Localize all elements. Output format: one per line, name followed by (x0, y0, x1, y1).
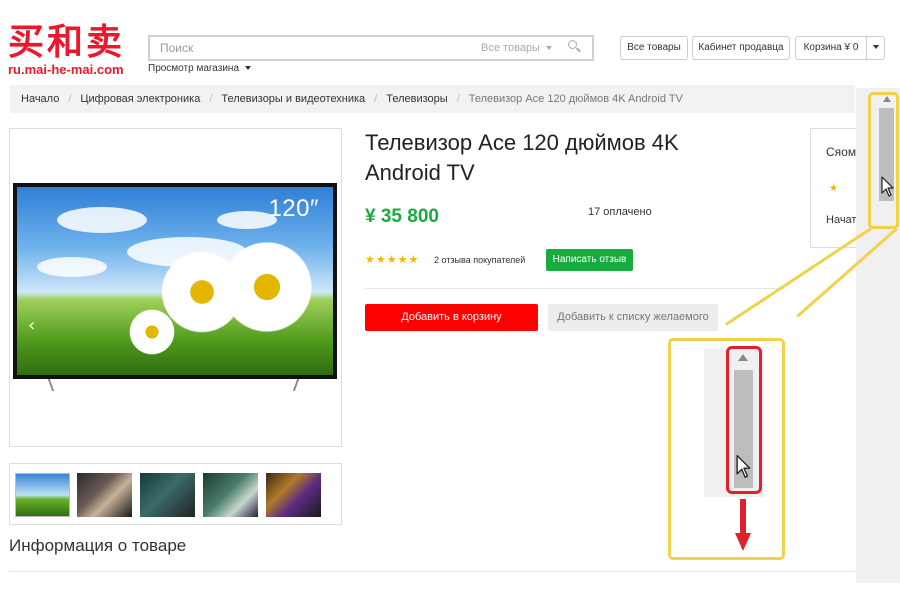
thumbnail[interactable] (203, 473, 258, 517)
site-logo[interactable]: 买和卖 ru.mai-he-mai.com (8, 22, 140, 77)
paid-count: 17 оплачено (588, 206, 652, 218)
highlight-box-scrollbar (868, 92, 899, 229)
view-store-label: Просмотр магазина (148, 63, 240, 74)
add-to-wishlist-button[interactable]: Добавить к списку желаемого (548, 304, 718, 331)
arrow-down-icon (735, 499, 751, 551)
logo-chinese-text: 买和卖 (8, 21, 126, 63)
breadcrumb: Начало / Цифровая электроника / Телевизоры и… (10, 85, 855, 113)
seller-side-panel: Сяом ★ Начат (810, 128, 860, 248)
cart-dropdown-button[interactable] (866, 36, 885, 60)
product-price: ¥ 35 800 (365, 206, 439, 227)
view-store-dropdown[interactable]: Просмотр магазина (148, 63, 251, 74)
chevron-left-icon[interactable]: ‹ (28, 315, 35, 336)
tv-image: 120″ (13, 183, 337, 379)
seller-start-label: Начат (826, 214, 857, 226)
thumbnail[interactable] (266, 473, 321, 517)
page: 买和卖 ru.mai-he-mai.com Все товары Просмот… (0, 0, 900, 600)
search-icon[interactable] (568, 40, 582, 54)
breadcrumb-item-electronics[interactable]: Цифровая электроника (80, 93, 200, 105)
search-input[interactable] (160, 41, 460, 55)
callout-connector (725, 227, 872, 326)
rating-stars: ★★★★★ (365, 253, 420, 266)
seller-cabinet-button[interactable]: Кабинет продавца (692, 36, 790, 60)
search-box: Все товары (148, 35, 594, 61)
tv-size-badge: 120″ (268, 195, 319, 222)
thumbnail[interactable] (77, 473, 132, 517)
add-to-cart-button[interactable]: Добавить в корзину (365, 304, 538, 331)
breadcrumb-item-tv-video[interactable]: Телевизоры и видеотехника (221, 93, 365, 105)
seller-name[interactable]: Сяом (826, 145, 856, 159)
thumbnail-strip (9, 463, 342, 525)
product-info-heading: Информация о товаре (9, 536, 187, 555)
thumbnail[interactable] (140, 473, 195, 517)
reviews-count-link[interactable]: 2 отзыва покупателей (434, 255, 525, 265)
chevron-down-icon (872, 45, 879, 50)
product-title: Телевизор Ace 120 дюймов 4K Android TV (365, 130, 679, 185)
thumbnail[interactable] (15, 473, 70, 517)
breadcrumb-item-home[interactable]: Начало (21, 93, 59, 105)
breadcrumb-item-tvs[interactable]: Телевизоры (386, 93, 447, 105)
mouse-cursor-icon (736, 454, 751, 478)
search-category-label: Все товары (481, 42, 540, 54)
cart-button[interactable]: Корзина ¥ 0 (795, 36, 867, 60)
divider (9, 571, 855, 572)
search-category-select[interactable]: Все товары (481, 42, 552, 54)
divider (365, 288, 785, 289)
chevron-down-icon (244, 66, 251, 71)
product-main-image[interactable]: 120″ ‹ (9, 128, 342, 447)
breadcrumb-item-current: Телевизор Ace 120 дюймов 4K Android TV (468, 93, 683, 105)
chevron-down-icon (546, 46, 552, 51)
all-products-button[interactable]: Все товары (620, 36, 688, 60)
write-review-button[interactable]: Написать отзыв (546, 249, 633, 271)
star-icon: ★ (829, 183, 838, 194)
logo-url-text: ru.mai-he-mai.com (8, 62, 124, 77)
